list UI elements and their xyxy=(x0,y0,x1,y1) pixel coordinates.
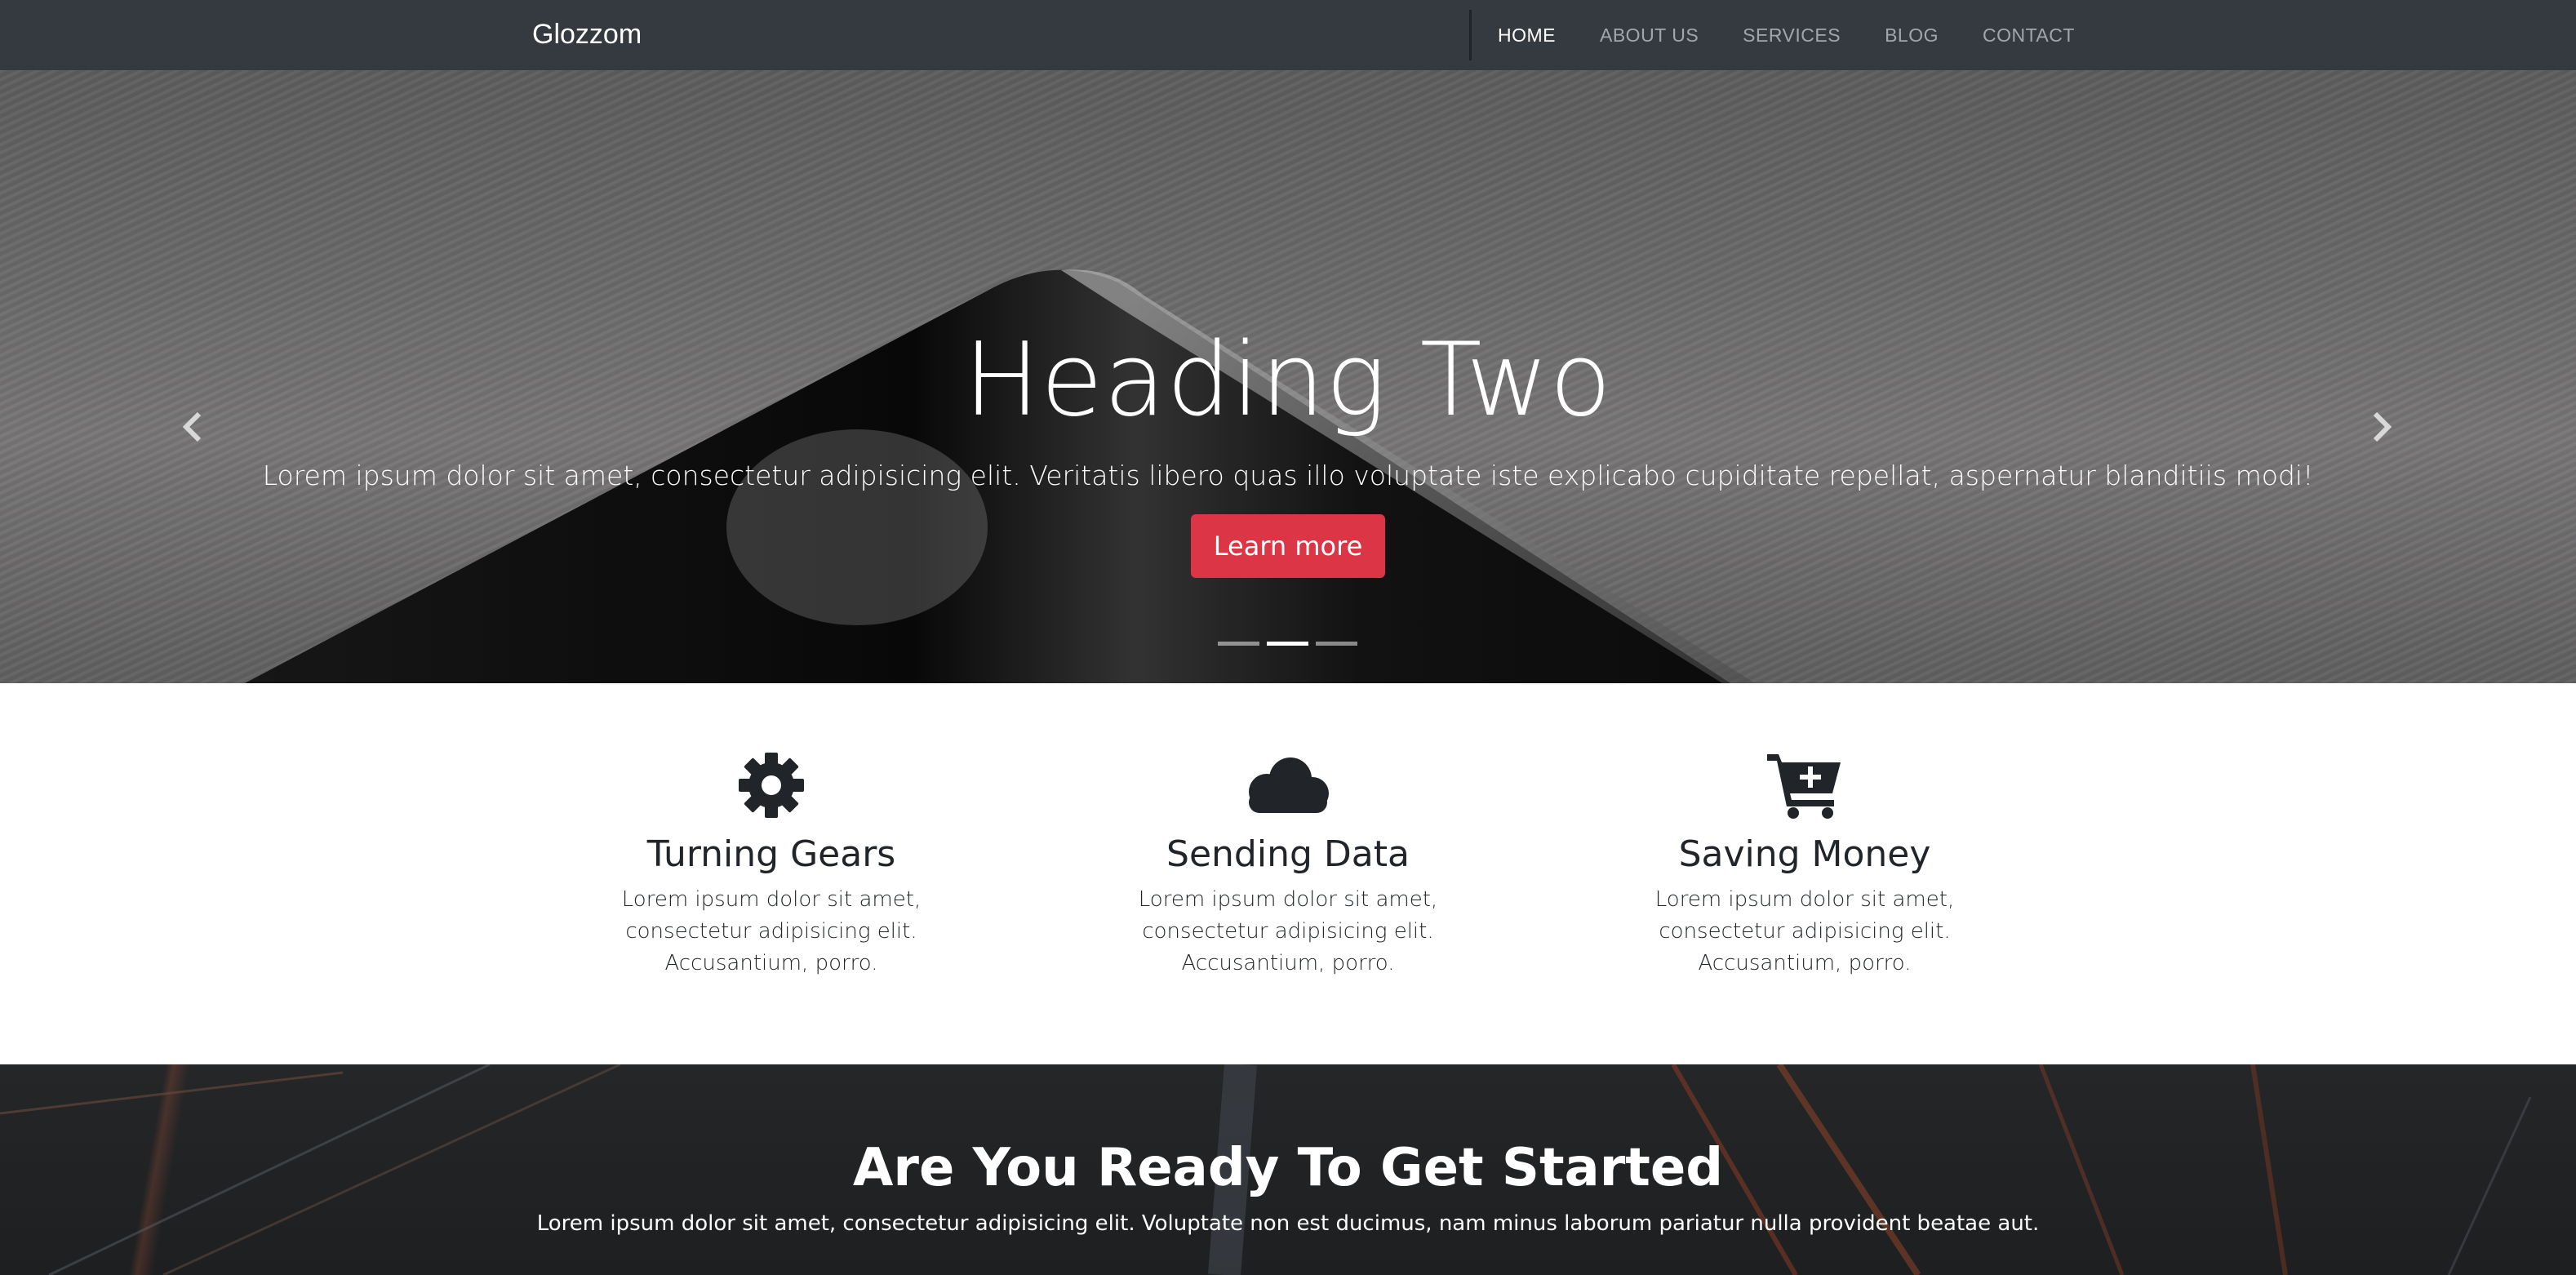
feature-text: Lorem ipsum dolor sit amet, consectetur … xyxy=(1138,887,1438,975)
gear-icon xyxy=(739,753,804,818)
cta-text: Lorem ipsum dolor sit amet, consectetur … xyxy=(536,1211,2040,1236)
nav-link-about-us[interactable]: ABOUT US xyxy=(1578,0,1721,70)
learn-more-button[interactable]: Learn more xyxy=(1190,514,1386,578)
feature-card: Saving Money Lorem ipsum dolor sit amet,… xyxy=(1592,749,2017,980)
feature-title: Sending Data xyxy=(1166,833,1410,875)
cta-section: Are You Ready To Get Started Lorem ipsum… xyxy=(0,1064,2576,1275)
cart-plus-icon xyxy=(1767,754,1841,819)
features-section: Turning Gears Lorem ipsum dolor sit amet… xyxy=(0,683,2576,1064)
nav-link-home[interactable]: HOME xyxy=(1476,0,1578,70)
brand-logo[interactable]: Glozzom xyxy=(532,16,642,52)
feature-text: Lorem ipsum dolor sit amet, consectetur … xyxy=(1654,887,1955,975)
nav-link-blog[interactable]: BLOG xyxy=(1863,0,1961,70)
feature-title: Saving Money xyxy=(1678,833,1931,875)
carousel-indicators xyxy=(1218,642,1365,646)
navbar: Glozzom HOME ABOUT US SERVICES BLOG CONT… xyxy=(0,0,2576,70)
carousel-indicator-2[interactable] xyxy=(1267,642,1308,646)
cta-heading: Are You Ready To Get Started xyxy=(852,1138,1724,1198)
feature-title: Turning Gears xyxy=(646,833,896,875)
hero-carousel: Heading Two Lorem ipsum dolor sit amet, … xyxy=(0,70,2576,683)
feature-card: Turning Gears Lorem ipsum dolor sit amet… xyxy=(559,749,984,980)
nav-links: HOME ABOUT US SERVICES BLOG CONTACT xyxy=(1476,0,2097,70)
feature-text: Lorem ipsum dolor sit amet, consectetur … xyxy=(621,887,922,975)
cloud-icon xyxy=(1249,757,1329,813)
hero-text: Lorem ipsum dolor sit amet, consectetur … xyxy=(262,460,2314,491)
nav-link-services[interactable]: SERVICES xyxy=(1721,0,1863,70)
nav-link-contact[interactable]: CONTACT xyxy=(1961,0,2097,70)
nav-divider xyxy=(1469,10,1472,60)
carousel-indicator-1[interactable] xyxy=(1218,642,1259,646)
carousel-caption: Heading Two Lorem ipsum dolor sit amet, … xyxy=(0,315,2576,578)
carousel-indicator-3[interactable] xyxy=(1316,642,1357,646)
hero-heading: Heading Two xyxy=(963,322,1613,439)
feature-card: Sending Data Lorem ipsum dolor sit amet,… xyxy=(1076,749,1500,980)
